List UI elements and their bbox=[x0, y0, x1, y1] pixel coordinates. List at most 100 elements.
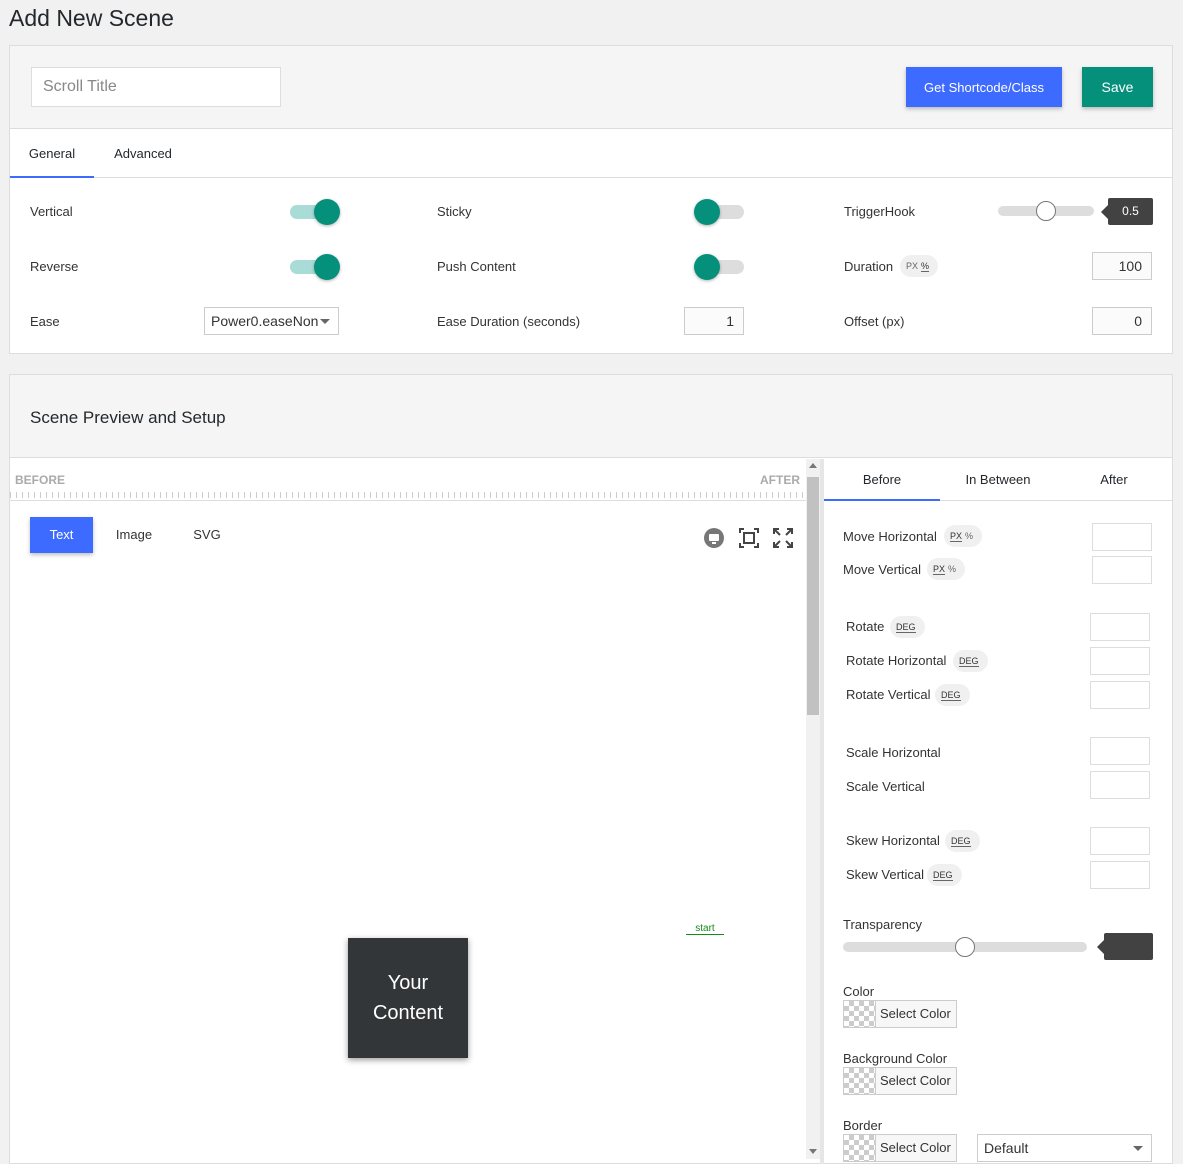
ease-label: Ease bbox=[30, 314, 60, 329]
tab-before[interactable]: Before bbox=[824, 459, 940, 501]
save-button[interactable]: Save bbox=[1082, 67, 1153, 107]
rotate-horizontal-label: Rotate Horizontal bbox=[846, 653, 947, 668]
duration-label: Duration bbox=[844, 259, 894, 274]
push-content-label: Push Content bbox=[437, 259, 516, 274]
ease-select-value: Power0.easeNon bbox=[211, 313, 319, 329]
tab-after[interactable]: After bbox=[1056, 459, 1172, 501]
unit-deg: DEG bbox=[896, 622, 916, 633]
chevron-down-icon bbox=[320, 319, 330, 324]
triggerhook-label: TriggerHook bbox=[844, 204, 916, 219]
ease-duration-label: Ease Duration (seconds) bbox=[437, 314, 581, 329]
offset-label: Offset (px) bbox=[844, 314, 905, 329]
scene-preview-panel: Scene Preview and Setup BEFORE AFTER Tex… bbox=[9, 374, 1173, 1164]
tab-general[interactable]: General bbox=[10, 130, 94, 178]
ease-duration-input[interactable]: 1 bbox=[684, 307, 744, 335]
preview-content-box[interactable]: Your Content bbox=[348, 938, 468, 1058]
unit-percent[interactable]: % bbox=[948, 564, 956, 574]
duration-input[interactable]: 100 bbox=[1092, 252, 1152, 280]
unit-deg: DEG bbox=[951, 836, 971, 847]
fit-screen-icon[interactable] bbox=[738, 527, 760, 549]
unit-px[interactable]: PX bbox=[933, 564, 946, 575]
chevron-down-icon bbox=[1133, 1146, 1143, 1151]
tab-in-between[interactable]: In Between bbox=[940, 459, 1056, 501]
unit-deg: DEG bbox=[959, 656, 979, 667]
preview-device-icon[interactable] bbox=[703, 527, 725, 549]
panel-header: Get Shortcode/Class Save bbox=[10, 46, 1172, 129]
rotate-horizontal-input[interactable] bbox=[1090, 647, 1150, 675]
skew-horizontal-label: Skew Horizontal bbox=[846, 833, 940, 848]
unit-percent[interactable]: % bbox=[921, 261, 930, 272]
border-label: Border bbox=[843, 1118, 883, 1133]
rotate-vertical-label: Rotate Vertical bbox=[846, 687, 931, 702]
unit-px[interactable]: PX bbox=[950, 531, 963, 542]
page-title: Add New Scene bbox=[9, 5, 174, 31]
border-style-select[interactable]: Default bbox=[977, 1134, 1152, 1162]
move-horizontal-unit-toggle[interactable]: PX% bbox=[944, 525, 983, 547]
content-line-1: Your bbox=[387, 972, 429, 994]
fullscreen-icon[interactable] bbox=[772, 527, 794, 549]
background-color-button-label: Select Color bbox=[880, 1073, 951, 1088]
skew-horizontal-unit: DEG bbox=[945, 830, 980, 852]
scroll-title-input[interactable] bbox=[31, 67, 281, 107]
content-line-2: Content bbox=[372, 1002, 444, 1024]
rotate-horizontal-unit: DEG bbox=[953, 650, 988, 672]
timeline-ruler[interactable]: BEFORE AFTER bbox=[10, 459, 806, 501]
unit-percent[interactable]: % bbox=[965, 531, 973, 541]
move-horizontal-label: Move Horizontal bbox=[843, 529, 937, 544]
push-content-toggle[interactable] bbox=[694, 254, 746, 280]
border-color-picker-button[interactable]: Select Color bbox=[843, 1134, 957, 1162]
rotate-unit: DEG bbox=[890, 616, 925, 638]
scroll-up-arrow[interactable] bbox=[809, 463, 817, 468]
color-picker-button[interactable]: Select Color bbox=[843, 1000, 957, 1028]
color-swatch bbox=[844, 1001, 876, 1027]
vertical-toggle[interactable] bbox=[288, 199, 340, 225]
triggerhook-slider-handle[interactable] bbox=[1036, 201, 1056, 221]
transparency-slider-handle[interactable] bbox=[955, 937, 975, 957]
scroll-down-arrow[interactable] bbox=[809, 1149, 817, 1154]
scroll-thumb[interactable] bbox=[807, 477, 819, 715]
rotate-label: Rotate bbox=[846, 619, 885, 634]
background-color-picker-button[interactable]: Select Color bbox=[843, 1067, 957, 1095]
rotate-vertical-unit: DEG bbox=[935, 684, 970, 706]
content-tab-text[interactable]: Text bbox=[30, 517, 93, 553]
reverse-toggle[interactable] bbox=[288, 254, 340, 280]
color-button-label: Select Color bbox=[880, 1006, 951, 1021]
state-tabs: Before In Between After bbox=[824, 459, 1172, 501]
ruler-after-label: AFTER bbox=[760, 473, 800, 487]
vertical-label: Vertical bbox=[30, 204, 73, 219]
ruler-ticks bbox=[10, 492, 806, 498]
sticky-toggle[interactable] bbox=[694, 199, 746, 225]
move-vertical-input[interactable] bbox=[1092, 556, 1152, 584]
move-vertical-label: Move Vertical bbox=[843, 562, 922, 577]
ease-select[interactable]: Power0.easeNon bbox=[204, 307, 339, 335]
preview-scrollbar[interactable] bbox=[806, 459, 820, 1159]
rotate-input[interactable] bbox=[1090, 613, 1150, 641]
border-style-value: Default bbox=[984, 1140, 1029, 1156]
triggerhook-value-badge: 0.5 bbox=[1101, 198, 1153, 225]
skew-vertical-label: Skew Vertical bbox=[846, 867, 925, 882]
content-tab-image[interactable]: Image bbox=[106, 517, 162, 553]
content-tab-svg[interactable]: SVG bbox=[182, 517, 232, 553]
scene-settings-panel: Get Shortcode/Class Save General Advance… bbox=[9, 45, 1173, 354]
tab-advanced[interactable]: Advanced bbox=[105, 130, 181, 178]
move-horizontal-input[interactable] bbox=[1092, 523, 1152, 551]
unit-px[interactable]: PX bbox=[906, 261, 918, 271]
preview-header: Scene Preview and Setup bbox=[10, 375, 1172, 458]
unit-deg: DEG bbox=[933, 870, 953, 881]
pane-divider bbox=[820, 459, 824, 1164]
transparency-label: Transparency bbox=[843, 917, 922, 932]
rotate-vertical-input[interactable] bbox=[1090, 681, 1150, 709]
unit-deg: DEG bbox=[941, 690, 961, 701]
skew-horizontal-input[interactable] bbox=[1090, 827, 1150, 855]
start-marker: start bbox=[686, 923, 724, 935]
scale-vertical-label: Scale Vertical bbox=[846, 779, 925, 794]
offset-input[interactable]: 0 bbox=[1092, 307, 1152, 335]
move-vertical-unit-toggle[interactable]: PX% bbox=[927, 558, 966, 580]
duration-unit-toggle[interactable]: PX% bbox=[900, 255, 939, 277]
scale-horizontal-input[interactable] bbox=[1090, 737, 1150, 765]
scale-vertical-input[interactable] bbox=[1090, 771, 1150, 799]
background-color-label: Background Color bbox=[843, 1051, 948, 1066]
skew-vertical-input[interactable] bbox=[1090, 861, 1150, 889]
border-color-button-label: Select Color bbox=[880, 1140, 951, 1155]
get-shortcode-button[interactable]: Get Shortcode/Class bbox=[906, 67, 1062, 107]
